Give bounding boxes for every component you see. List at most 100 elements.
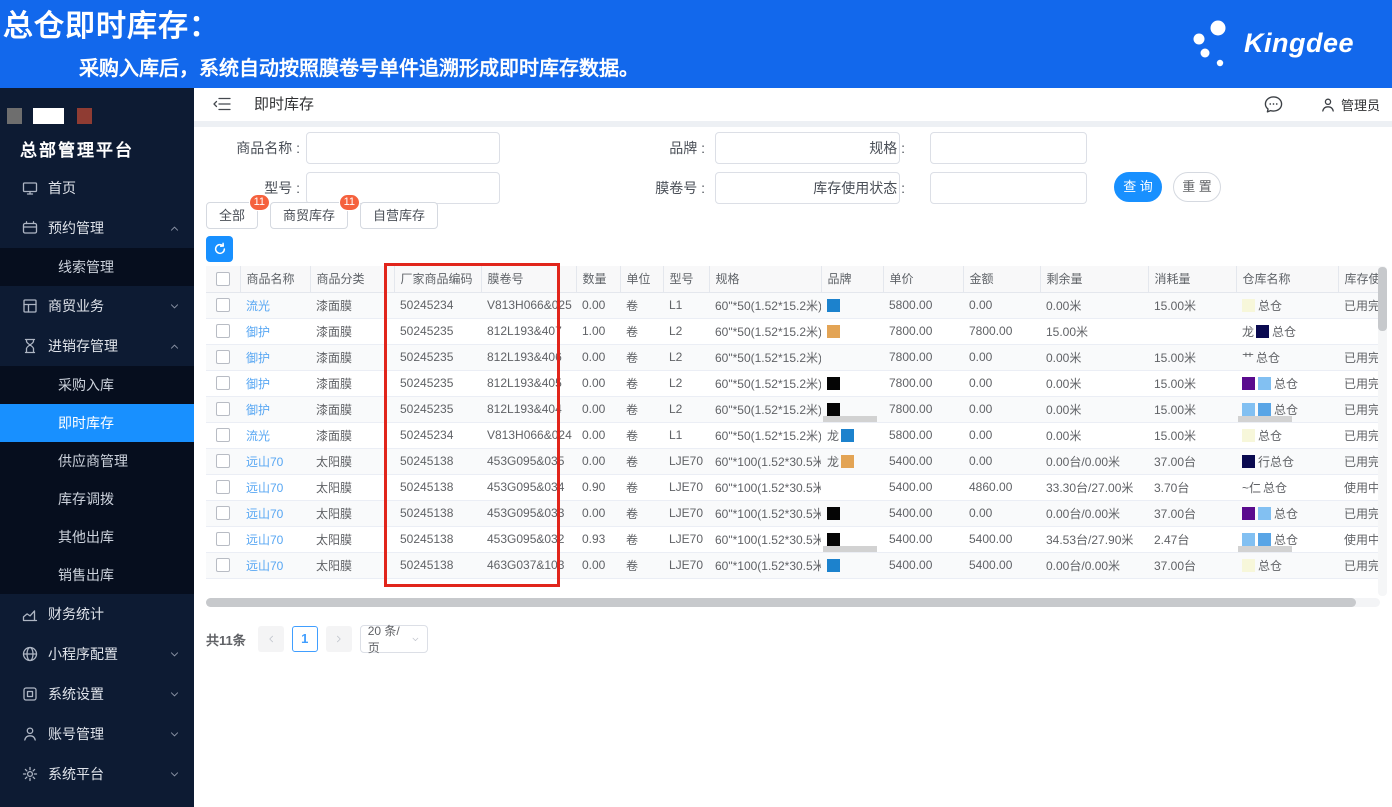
sidebar-subitem-realtime-stock[interactable]: 即时库存 xyxy=(0,404,194,442)
cell-amount: 0.00 xyxy=(963,292,1040,319)
cell-amount: 0.00 xyxy=(963,396,1040,423)
page-size-select[interactable]: 20 条/页 xyxy=(359,624,428,655)
sidebar-item-platform[interactable]: 系统平台 xyxy=(0,754,194,794)
sidebar-subitem-other-out[interactable]: 其他出库 xyxy=(0,518,194,556)
redaction-block xyxy=(1242,558,1255,572)
product-name-link[interactable]: 远山70 xyxy=(246,559,283,573)
message-icon[interactable] xyxy=(1263,94,1284,115)
cell-roll-no: 812L193&407 xyxy=(481,318,576,345)
sidebar-item-settings[interactable]: 系统设置 xyxy=(0,674,194,714)
cell-consumed: 15.00米 xyxy=(1148,370,1236,397)
row-checkbox[interactable] xyxy=(216,454,230,469)
row-checkbox[interactable] xyxy=(216,324,230,339)
cell-unit-price: 7800.00 xyxy=(883,344,963,371)
product-name-link[interactable]: 御护 xyxy=(246,351,270,365)
cell-unit-price: 5800.00 xyxy=(883,422,963,449)
collapse-menu-icon[interactable] xyxy=(212,96,232,112)
cell-consumed: 2.47台 xyxy=(1148,526,1236,553)
sidebar-menu: 首页预约管理 线索管理 商贸业务 进销存管理 采购入库 即时库存 供应商管理 库存调拨 其他出库… xyxy=(0,168,194,794)
cell-unit: 卷 xyxy=(620,422,663,449)
cell-warehouse: 行总仓 xyxy=(1236,448,1338,475)
sidebar-item-inventory[interactable]: 进销存管理 xyxy=(0,326,194,366)
sidebar-subitem-supplier[interactable]: 供应商管理 xyxy=(0,442,194,480)
sidebar-subitem-leads[interactable]: 线索管理 xyxy=(0,248,194,286)
page-number[interactable]: 1 xyxy=(291,626,318,652)
cell-warehouse: 总仓 xyxy=(1236,526,1338,553)
sidebar-subitem-purchase-in[interactable]: 采购入库 xyxy=(0,366,194,404)
table-row: 远山70 太阳膜 50245138 453G095&034 0.90 卷 LJE70 60"*… xyxy=(206,474,1380,501)
product-name-link[interactable]: 远山70 xyxy=(246,481,283,495)
cell-product-name: 御护 xyxy=(240,344,310,371)
sidebar-item-label: 首页 xyxy=(48,180,76,196)
sidebar-subitem-sales-out[interactable]: 销售出库 xyxy=(0,556,194,594)
redaction-block xyxy=(1242,402,1255,416)
refresh-button[interactable] xyxy=(206,236,233,262)
cell-unit-price: 5400.00 xyxy=(883,552,963,579)
product-name-link[interactable]: 远山70 xyxy=(246,533,283,547)
row-checkbox[interactable] xyxy=(216,298,230,313)
pagination: 共11条 1 20 条/页 xyxy=(206,624,428,655)
cell-brand xyxy=(821,318,883,345)
product-name-input[interactable] xyxy=(306,132,500,164)
product-name-link[interactable]: 流光 xyxy=(246,299,270,313)
row-checkbox[interactable] xyxy=(216,532,230,547)
cell-unit: 卷 xyxy=(620,344,663,371)
sidebar-item-trade[interactable]: 商贸业务 xyxy=(0,286,194,326)
row-checkbox[interactable] xyxy=(216,558,230,573)
warehouse-name: 总仓 xyxy=(1274,402,1299,417)
model-input[interactable] xyxy=(306,172,500,204)
product-name-link[interactable]: 远山70 xyxy=(246,455,283,469)
horizontal-scrollbar-thumb[interactable] xyxy=(206,598,1356,607)
table-row: 流光 漆面膜 50245234 V813H066&025 0.00 卷 L1 60"*50(1… xyxy=(206,292,1380,319)
user-menu[interactable]: 管理员 xyxy=(1320,88,1380,121)
cell-amount: 0.00 xyxy=(963,422,1040,449)
row-checkbox[interactable] xyxy=(216,376,230,391)
product-name-link[interactable]: 御护 xyxy=(246,377,270,391)
row-checkbox[interactable] xyxy=(216,428,230,443)
sidebar-item-booking[interactable]: 预约管理 xyxy=(0,208,194,248)
row-checkbox[interactable] xyxy=(216,402,230,417)
prev-page-button[interactable] xyxy=(257,626,284,652)
vertical-scrollbar-thumb[interactable] xyxy=(1378,267,1387,331)
cell-product-name: 流光 xyxy=(240,292,310,319)
select-all-checkbox[interactable] xyxy=(216,272,230,287)
tab-trade-stock[interactable]: 商贸库存 11 xyxy=(270,194,361,229)
cell-roll-no: 453G095&032 xyxy=(481,526,576,553)
next-page-button[interactable] xyxy=(325,626,352,652)
cell-brand xyxy=(821,370,883,397)
stock-status-input[interactable] xyxy=(930,172,1087,204)
query-button[interactable]: 查 询 xyxy=(1114,172,1162,202)
reset-button[interactable]: 重 置 xyxy=(1173,172,1221,202)
topbar: 即时库存 管理员 xyxy=(194,88,1392,121)
tab-self-stock[interactable]: 自营库存 xyxy=(360,202,439,229)
logo-block-white xyxy=(33,108,64,124)
cell-unit: 卷 xyxy=(620,552,663,579)
product-name-link[interactable]: 御护 xyxy=(246,403,270,417)
redaction-block xyxy=(827,403,840,417)
warehouse-prefix-text: 龙 xyxy=(1242,324,1255,339)
product-name-link[interactable]: 流光 xyxy=(246,429,270,443)
product-name-link[interactable]: 御护 xyxy=(246,325,270,339)
sidebar-item-account[interactable]: 账号管理 xyxy=(0,714,194,754)
chevron-right-icon xyxy=(334,634,344,644)
cell-consumed: 37.00台 xyxy=(1148,448,1236,475)
row-checkbox[interactable] xyxy=(216,350,230,365)
sidebar-subitem-stock-transfer[interactable]: 库存调拨 xyxy=(0,480,194,518)
tab-all[interactable]: 全部 11 xyxy=(206,194,271,229)
column-header: 单位 xyxy=(619,266,663,293)
product-name-link[interactable]: 远山70 xyxy=(246,507,283,521)
row-checkbox[interactable] xyxy=(216,506,230,521)
cell-status: 已用完 xyxy=(1338,448,1380,475)
tab-all-badge: 11 xyxy=(248,194,271,211)
sidebar-item-miniapp[interactable]: 小程序配置 xyxy=(0,634,194,674)
cell-warehouse: 总仓 xyxy=(1236,292,1338,319)
spec-input[interactable] xyxy=(930,132,1087,164)
row-checkbox[interactable] xyxy=(216,480,230,495)
table-row: 远山70 太阳膜 50245138 463G037&103 0.00 卷 LJE70 60"*… xyxy=(206,552,1380,579)
sidebar-item-home[interactable]: 首页 xyxy=(0,168,194,208)
redaction-block xyxy=(827,299,840,313)
cell-product-name: 御护 xyxy=(240,318,310,345)
cell-amount: 5400.00 xyxy=(963,552,1040,579)
sidebar-item-finance[interactable]: 财务统计 xyxy=(0,594,194,634)
cell-qty: 0.00 xyxy=(576,396,620,423)
